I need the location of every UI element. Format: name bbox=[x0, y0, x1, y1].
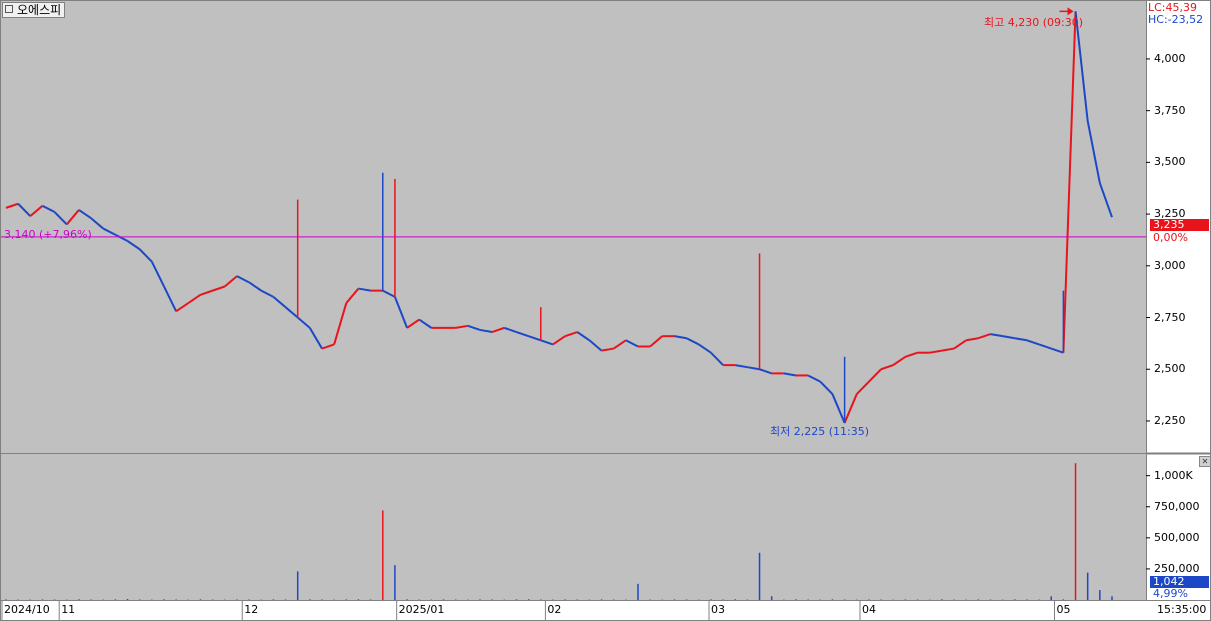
price-tick-label: 2,750 bbox=[1154, 310, 1186, 324]
checkbox-icon[interactable] bbox=[5, 5, 13, 13]
price-tick-label: 3,750 bbox=[1154, 103, 1186, 117]
price-tick-label: 3,500 bbox=[1154, 155, 1186, 169]
time-axis-pane bbox=[0, 601, 1211, 621]
price-tick-label: 2,250 bbox=[1154, 413, 1186, 427]
last-price-tag: 3,235 bbox=[1150, 219, 1209, 231]
price-tick-label: 2,500 bbox=[1154, 362, 1186, 376]
last-price-change: 0,00% bbox=[1153, 231, 1188, 244]
chart-title[interactable]: 오에스피 bbox=[2, 2, 66, 18]
time-tick-label: 02 bbox=[547, 603, 562, 616]
time-tick-label: 05 bbox=[1056, 603, 1071, 616]
volume-tick-label: 250,000 bbox=[1154, 561, 1200, 575]
price-tick-label: 3,000 bbox=[1154, 258, 1186, 272]
close-icon[interactable]: ✕ bbox=[1199, 456, 1211, 467]
time-tick-label: 04 bbox=[862, 603, 876, 616]
time-tick-label: 2024/10 bbox=[4, 603, 50, 616]
reference-line-label: 3,140 (+7,96%) bbox=[4, 228, 92, 241]
volume-tick-label: 750,000 bbox=[1154, 499, 1200, 513]
price-pane[interactable] bbox=[1, 1, 1146, 452]
stock-chart[interactable] bbox=[0, 0, 1211, 621]
volume-tick-label: 500,000 bbox=[1154, 530, 1200, 544]
high-annotation: 최고 4,230 (09:30) bbox=[984, 16, 1084, 29]
title-text: 오에스피 bbox=[17, 3, 62, 17]
time-tick-label: 03 bbox=[710, 603, 725, 616]
volume-tick-label: 1,000K bbox=[1154, 468, 1193, 482]
time-tick-label: 12 bbox=[244, 603, 259, 616]
time-tick-label: 2025/01 bbox=[398, 603, 445, 616]
price-tick-label: 4,000 bbox=[1154, 51, 1186, 65]
volume-pane[interactable] bbox=[1, 455, 1146, 600]
hc-legend: HC:-23,52 bbox=[1148, 13, 1204, 26]
time-tick-label: 11 bbox=[61, 603, 76, 616]
price-tick-label: 3,250 bbox=[1154, 207, 1186, 221]
clock-label: 15:35:00 bbox=[1157, 603, 1207, 616]
low-annotation: 최저 2,225 (11:35) bbox=[770, 425, 870, 438]
last-volume-change: 4,99% bbox=[1153, 587, 1188, 600]
